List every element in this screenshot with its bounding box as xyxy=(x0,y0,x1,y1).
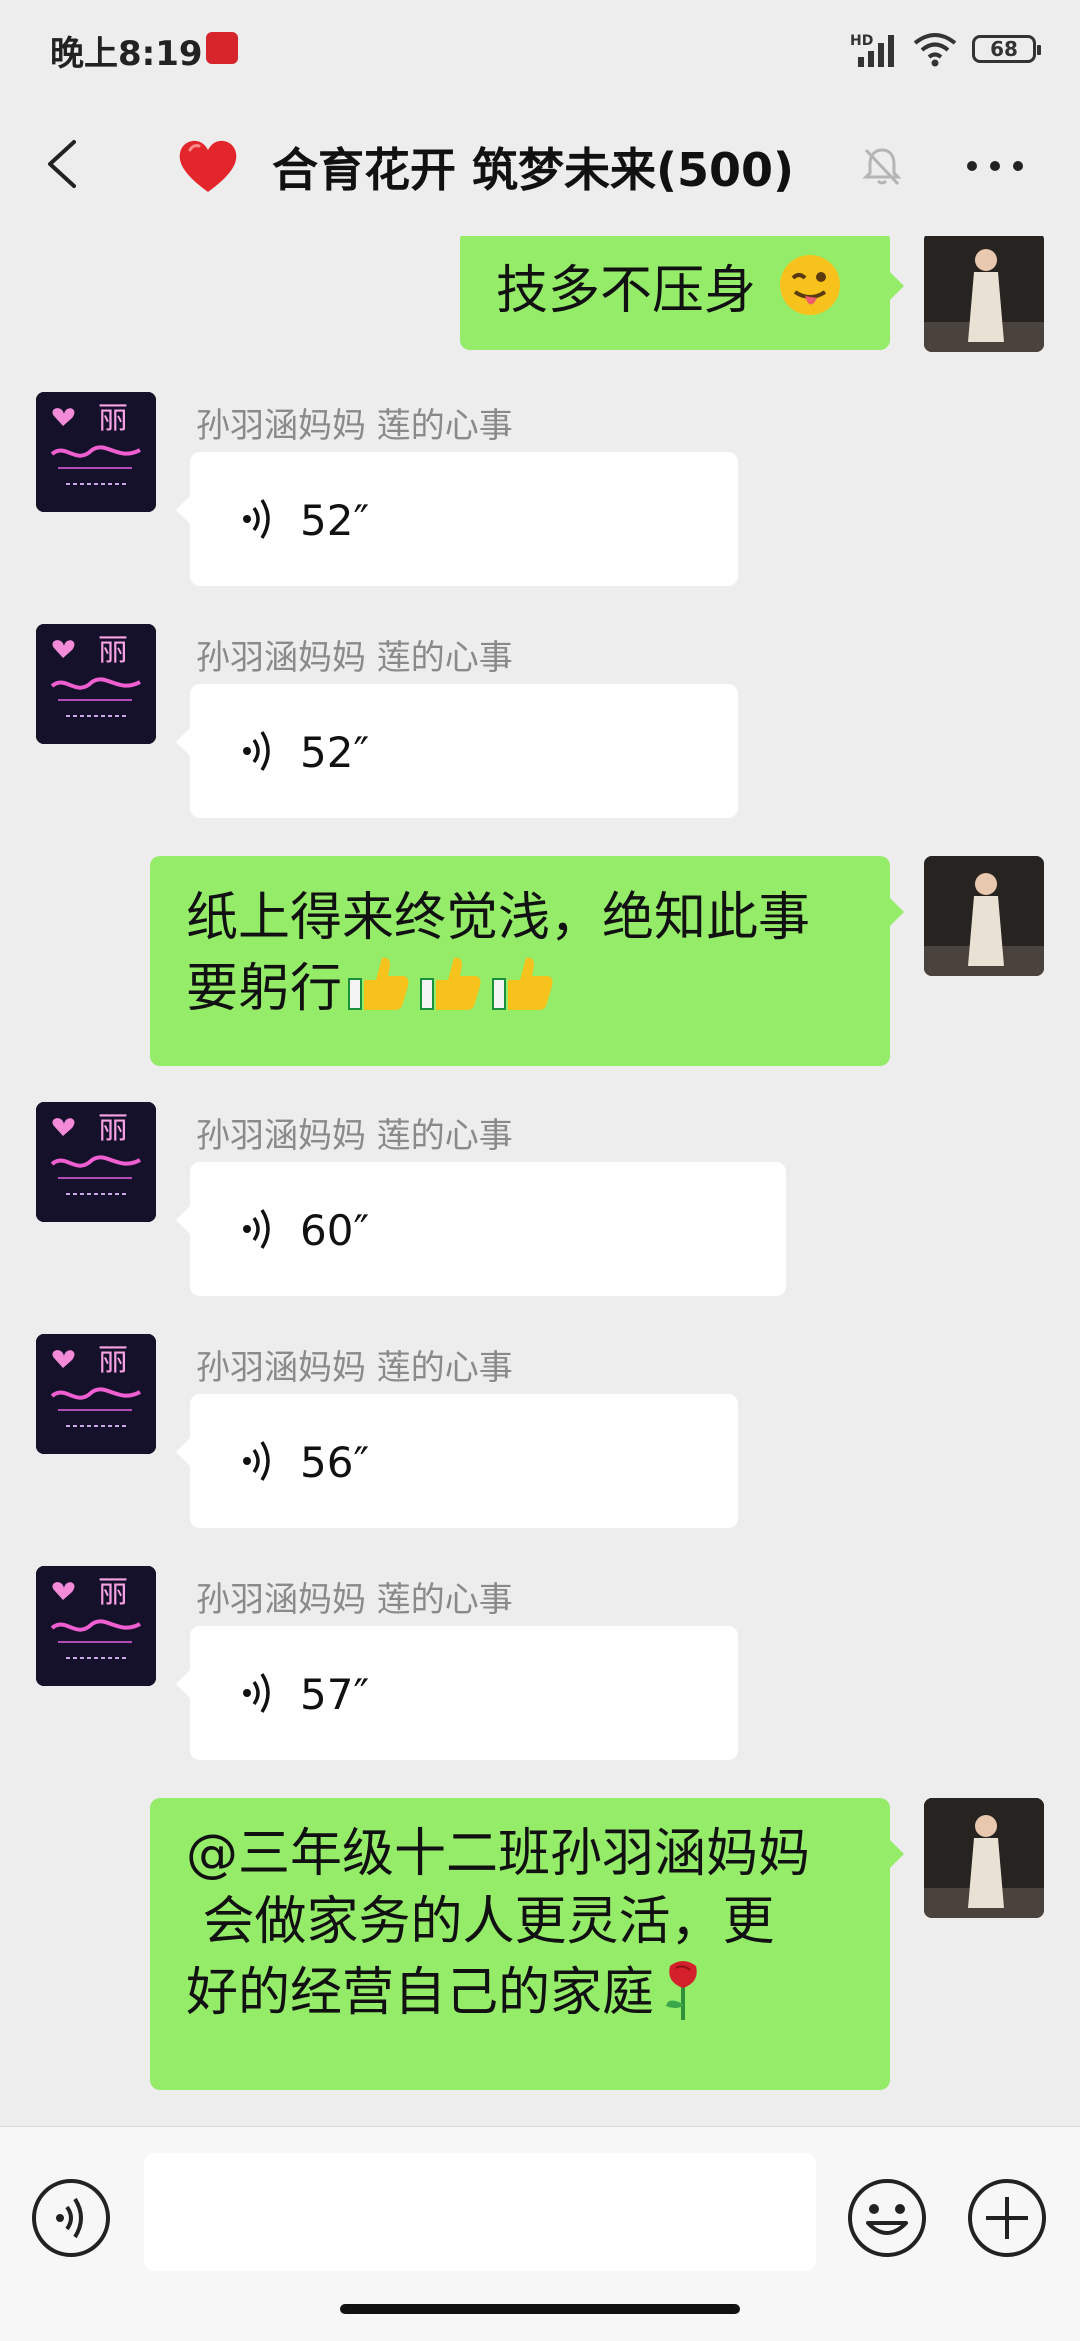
message-list[interactable]: 技多不压身 丽 孙羽涵妈妈 莲的心事 52″ 丽 孙羽涵妈妈 莲的心事 52″ … xyxy=(0,236,1080,2124)
emoji-icon xyxy=(848,2179,926,2257)
heart-icon xyxy=(179,140,237,192)
message-text-line: @三年级十二班孙羽涵妈妈 xyxy=(186,1824,811,1884)
message-text-line: 好的经营自己的家庭 xyxy=(186,1956,854,2027)
message-text: 好的经营自己的家庭 xyxy=(186,1963,655,2023)
self-avatar[interactable] xyxy=(924,1798,1044,1918)
voice-duration: 56″ xyxy=(300,1438,370,1487)
sender-avatar[interactable]: 丽 xyxy=(36,1334,156,1454)
signal-icon: HD xyxy=(850,29,898,69)
muted-bell-icon xyxy=(862,148,902,186)
plus-icon xyxy=(968,2179,1046,2257)
chevron-left-icon xyxy=(48,140,76,188)
wink-tongue-emoji xyxy=(779,255,840,315)
more-options-button[interactable] xyxy=(960,144,1030,188)
voice-duration: 52″ xyxy=(300,496,370,545)
battery-icon: 68 xyxy=(972,35,1041,63)
voice-input-button[interactable] xyxy=(30,2177,112,2259)
voice-wave-icon xyxy=(243,499,270,539)
thumbs-up-emoji xyxy=(346,952,556,1014)
message-text: 技多不压身 xyxy=(496,261,757,321)
status-time: 晚上8:19 xyxy=(50,34,203,74)
voice-message-bubble[interactable]: 52″ xyxy=(176,452,738,586)
message-text-line: 纸上得来终觉浅，绝知此事 xyxy=(186,888,811,948)
sender-name: 孙羽涵妈妈 莲的心事 xyxy=(196,1348,513,1388)
svg-text:丽: 丽 xyxy=(98,633,128,668)
sender-name: 孙羽涵妈妈 莲的心事 xyxy=(196,1116,513,1156)
message-text: 要躬行 xyxy=(186,959,343,1019)
message-input[interactable] xyxy=(144,2153,816,2271)
chat-header: 合育花开 筑梦未来(500) xyxy=(0,100,1080,236)
rose-emoji xyxy=(666,1961,697,2020)
sender-name: 孙羽涵妈妈 莲的心事 xyxy=(196,638,513,678)
voice-duration: 52″ xyxy=(300,728,370,777)
emoji-button[interactable] xyxy=(846,2177,928,2259)
sender-avatar[interactable]: 丽 xyxy=(36,624,156,744)
voice-duration: 60″ xyxy=(300,1206,370,1255)
chat-title: 合育花开 筑梦未来(500) xyxy=(272,143,795,197)
voice-message-bubble[interactable]: 52″ xyxy=(176,684,738,818)
sender-name: 孙羽涵妈妈 莲的心事 xyxy=(196,406,513,446)
status-bar: 晚上8:19 HD 68 xyxy=(0,0,1080,100)
voice-wave-icon xyxy=(243,1673,270,1713)
wifi-icon xyxy=(913,33,957,67)
voice-wave-icon xyxy=(243,1209,270,1249)
battery-level: 68 xyxy=(990,37,1018,61)
more-functions-button[interactable] xyxy=(966,2177,1048,2259)
svg-text:丽: 丽 xyxy=(98,1111,128,1146)
sender-avatar[interactable]: 丽 xyxy=(36,392,156,512)
notification-app-icon xyxy=(206,32,238,64)
more-dots-icon xyxy=(967,161,1023,171)
svg-text:丽: 丽 xyxy=(98,1575,128,1610)
voice-message-bubble[interactable]: 60″ xyxy=(176,1162,786,1296)
status-indicators: HD 68 xyxy=(850,24,1041,74)
self-avatar[interactable] xyxy=(924,856,1044,976)
svg-text:丽: 丽 xyxy=(98,401,128,436)
voice-wave-icon xyxy=(243,1441,270,1481)
voice-duration: 57″ xyxy=(300,1670,370,1719)
outgoing-text-bubble[interactable]: 纸上得来终觉浅，绝知此事 要躬行 xyxy=(150,856,904,1066)
self-avatar[interactable] xyxy=(924,236,1044,352)
back-button[interactable] xyxy=(36,134,96,194)
voice-wave-icon xyxy=(243,731,270,771)
message-text-line: 会做家务的人更灵活，更 xyxy=(186,1892,775,1952)
voice-input-icon xyxy=(32,2179,110,2257)
network-label: HD xyxy=(850,33,874,49)
sender-avatar[interactable]: 丽 xyxy=(36,1566,156,1686)
voice-message-bubble[interactable]: 57″ xyxy=(176,1626,738,1760)
home-indicator[interactable] xyxy=(340,2304,740,2314)
svg-text:丽: 丽 xyxy=(98,1343,128,1378)
sender-avatar[interactable]: 丽 xyxy=(36,1102,156,1222)
message-text-line: 要躬行 xyxy=(186,952,854,1023)
outgoing-text-bubble[interactable]: 技多不压身 xyxy=(460,236,904,350)
outgoing-text-bubble[interactable]: @三年级十二班孙羽涵妈妈 会做家务的人更灵活，更 好的经营自己的家庭 xyxy=(150,1798,904,2090)
voice-message-bubble[interactable]: 56″ xyxy=(176,1394,738,1528)
sender-name: 孙羽涵妈妈 莲的心事 xyxy=(196,1580,513,1620)
